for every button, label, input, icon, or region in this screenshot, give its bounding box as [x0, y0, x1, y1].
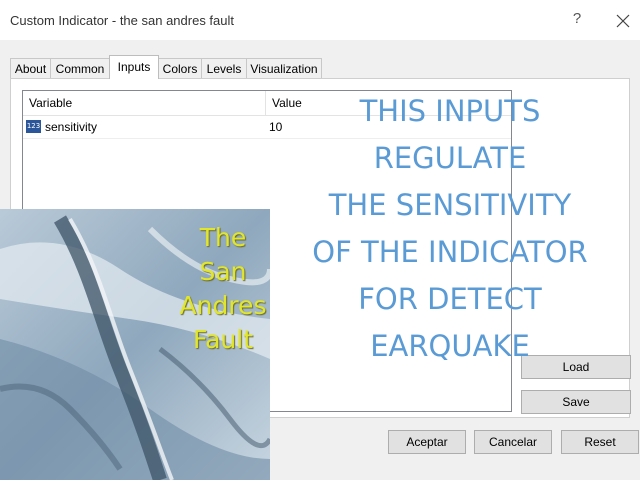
variable-value[interactable]: 10	[269, 120, 282, 134]
numeric-type-icon: 123	[26, 120, 41, 133]
photo-label-line: Andres	[179, 291, 267, 320]
cancel-button[interactable]: Cancelar	[474, 430, 552, 454]
annotation-line: OF THE INDICATOR	[312, 235, 588, 269]
san-andres-fault-label: The San Andres Fault	[178, 221, 268, 357]
fault-aerial-image: The San Andres Fault	[0, 209, 270, 480]
column-header-variable[interactable]: Variable	[29, 96, 72, 110]
tab-colors[interactable]: Colors	[158, 58, 202, 78]
tab-about[interactable]: About	[10, 58, 51, 78]
help-button[interactable]: ?	[568, 10, 586, 30]
column-divider[interactable]	[265, 91, 266, 115]
title-bar: Custom Indicator - the san andres fault …	[0, 0, 640, 40]
annotation-line: EARQUAKE	[370, 329, 530, 363]
accept-button[interactable]: Aceptar	[388, 430, 466, 454]
tab-levels[interactable]: Levels	[201, 58, 247, 78]
variable-name: sensitivity	[45, 120, 98, 134]
tab-inputs[interactable]: Inputs	[109, 55, 159, 79]
close-button[interactable]	[612, 10, 634, 32]
photo-label-line: Fault	[193, 325, 253, 354]
close-icon	[616, 14, 630, 28]
tab-common[interactable]: Common	[50, 58, 110, 78]
reset-button[interactable]: Reset	[561, 430, 639, 454]
window-title: Custom Indicator - the san andres fault	[10, 13, 235, 28]
annotation-line: THIS INPUTS	[359, 94, 541, 128]
annotation-line: FOR DETECT	[358, 282, 542, 316]
save-button[interactable]: Save	[521, 390, 631, 414]
annotation-callout: THIS INPUTS REGULATE THE SENSITIVITY OF …	[290, 88, 610, 370]
photo-label-line: The San	[199, 223, 247, 286]
annotation-line: THE SENSITIVITY	[328, 188, 572, 222]
tab-visualization[interactable]: Visualization	[246, 58, 322, 78]
annotation-line: REGULATE	[373, 141, 527, 175]
